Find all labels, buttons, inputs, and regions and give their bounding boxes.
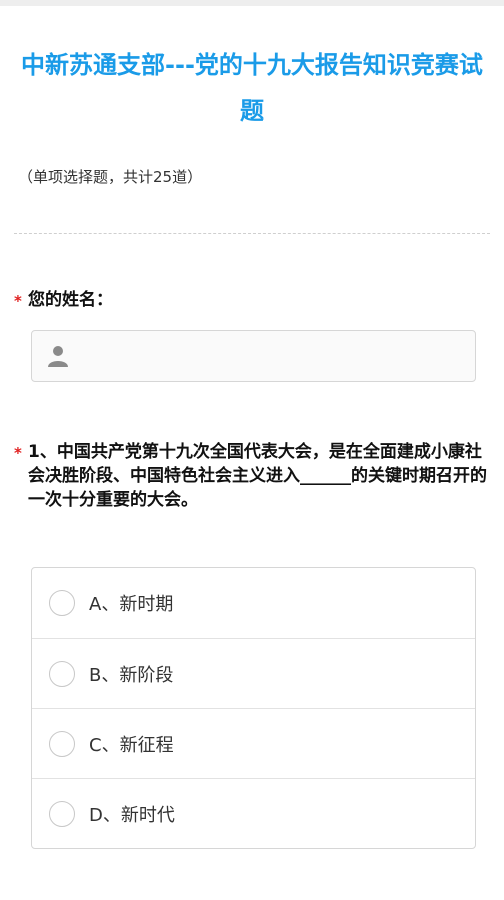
survey-description: （单项选择题，共计25道）	[18, 168, 203, 186]
question-1-text: 1、中国共产党第十九次全国代表大会，是在全面建成小康社会决胜阶段、中国特色社会主…	[28, 442, 487, 510]
radio-button[interactable]	[49, 590, 75, 616]
question-name-label: 您的姓名：	[28, 290, 113, 310]
radio-button[interactable]	[49, 660, 75, 687]
option-label: B、新阶段	[89, 664, 174, 686]
option-label: A、新时期	[89, 594, 174, 615]
option-label: D、新时代	[89, 804, 175, 826]
option-label: C、新征程	[89, 734, 174, 756]
name-field[interactable]	[31, 330, 476, 382]
radio-button[interactable]	[49, 730, 75, 757]
name-input[interactable]	[84, 337, 464, 375]
question-name-title: * 您的姓名：	[14, 288, 490, 313]
required-marker: *	[14, 292, 22, 310]
top-strip	[0, 0, 504, 6]
required-marker: *	[14, 444, 22, 462]
question-1: * 1、中国共产党第十九次全国代表大会，是在全面建成小康社会决胜阶段、中国特色社…	[14, 440, 490, 512]
option-b[interactable]: B、新阶段	[32, 638, 475, 708]
survey-title: 中新苏通支部---党的十九大报告知识竞赛试题	[21, 51, 483, 125]
question-name: * 您的姓名：	[14, 288, 490, 313]
person-icon	[48, 346, 68, 367]
question-1-title: * 1、中国共产党第十九次全国代表大会，是在全面建成小康社会决胜阶段、中国特色社…	[14, 440, 490, 512]
divider	[14, 233, 490, 234]
option-d[interactable]: D、新时代	[32, 778, 475, 848]
option-a[interactable]: A、新时期	[32, 568, 475, 638]
option-c[interactable]: C、新征程	[32, 708, 475, 778]
question-1-options: A、新时期 B、新阶段 C、新征程 D、新时代	[31, 567, 476, 849]
radio-button[interactable]	[49, 800, 75, 827]
